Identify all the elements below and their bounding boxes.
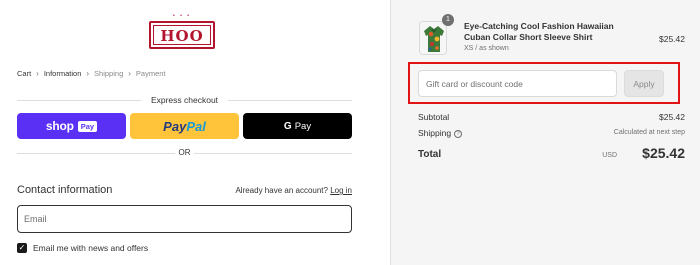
- quantity-badge: 1: [442, 14, 454, 26]
- product-price: $25.42: [659, 34, 685, 44]
- total-currency: USD: [602, 152, 617, 159]
- google-pay-button[interactable]: G Pay: [243, 113, 352, 139]
- checkmark-icon: ✓: [18, 243, 26, 252]
- order-summary-panel: 1 Eye-Catching Cool Fashion Hawaiian Cub…: [390, 0, 700, 265]
- product-variant: XS / as shown: [464, 45, 509, 52]
- shirt-image: [420, 22, 446, 54]
- shop-pay-badge: Pay: [77, 120, 98, 132]
- breadcrumb-payment: Payment: [135, 69, 166, 78]
- product-title: Eye-Catching Cool Fashion Hawaiian Cuban…: [464, 21, 614, 42]
- chevron-right-icon: ›: [86, 69, 90, 78]
- apply-discount-button[interactable]: Apply: [624, 70, 664, 97]
- total-value: $25.42: [642, 145, 685, 161]
- account-prompt: Already have an account? Log in: [235, 186, 352, 195]
- or-divider: OR: [17, 148, 352, 158]
- chevron-right-icon: ›: [128, 69, 131, 78]
- account-prompt-text: Already have an account?: [235, 186, 328, 195]
- paypal-button[interactable]: Pay Pal: [130, 113, 239, 139]
- google-g-icon: G: [283, 120, 292, 132]
- discount-code-input[interactable]: [418, 70, 617, 97]
- shipping-value: Calculated at next step: [613, 129, 685, 136]
- subtotal-label: Subtotal: [418, 112, 450, 122]
- breadcrumb: Cart › Information › Shipping › Payment: [17, 69, 166, 78]
- email-field[interactable]: [17, 205, 352, 233]
- breadcrumb-shipping: Shipping: [94, 69, 124, 78]
- product-thumbnail: [419, 21, 447, 55]
- express-checkout-header: Express checkout: [17, 95, 352, 105]
- newsletter-checkbox[interactable]: ✓: [17, 243, 27, 253]
- paypal-logo-part1: Pay: [163, 118, 187, 134]
- logo-frame: HOO: [149, 21, 215, 49]
- checkout-form-panel: • • • HOO Cart › Information › Shipping …: [0, 0, 390, 265]
- newsletter-label[interactable]: Email me with news and offers: [33, 243, 148, 253]
- contact-information-title: Contact information: [17, 184, 113, 196]
- logo-ornament: • • •: [172, 13, 192, 19]
- chevron-right-icon: ›: [36, 69, 39, 78]
- total-label: Total: [418, 149, 442, 160]
- paypal-logo-part2: Pal: [186, 118, 206, 134]
- shipping-row-label: Shipping?: [418, 128, 463, 138]
- login-link[interactable]: Log in: [330, 186, 352, 195]
- shop-logo-text: shop: [45, 119, 74, 133]
- question-icon[interactable]: ?: [454, 130, 463, 138]
- store-logo[interactable]: • • • HOO: [149, 13, 215, 51]
- shop-pay-button[interactable]: shop Pay: [17, 113, 126, 139]
- logo-text: HOO: [160, 27, 204, 45]
- divider: [228, 100, 352, 101]
- breadcrumb-cart[interactable]: Cart: [17, 69, 31, 78]
- subtotal-value: $25.42: [659, 112, 685, 122]
- divider: [194, 153, 352, 154]
- google-pay-text: Pay: [294, 120, 312, 132]
- shipping-label: Shipping: [418, 128, 452, 138]
- breadcrumb-information: Information: [43, 69, 82, 78]
